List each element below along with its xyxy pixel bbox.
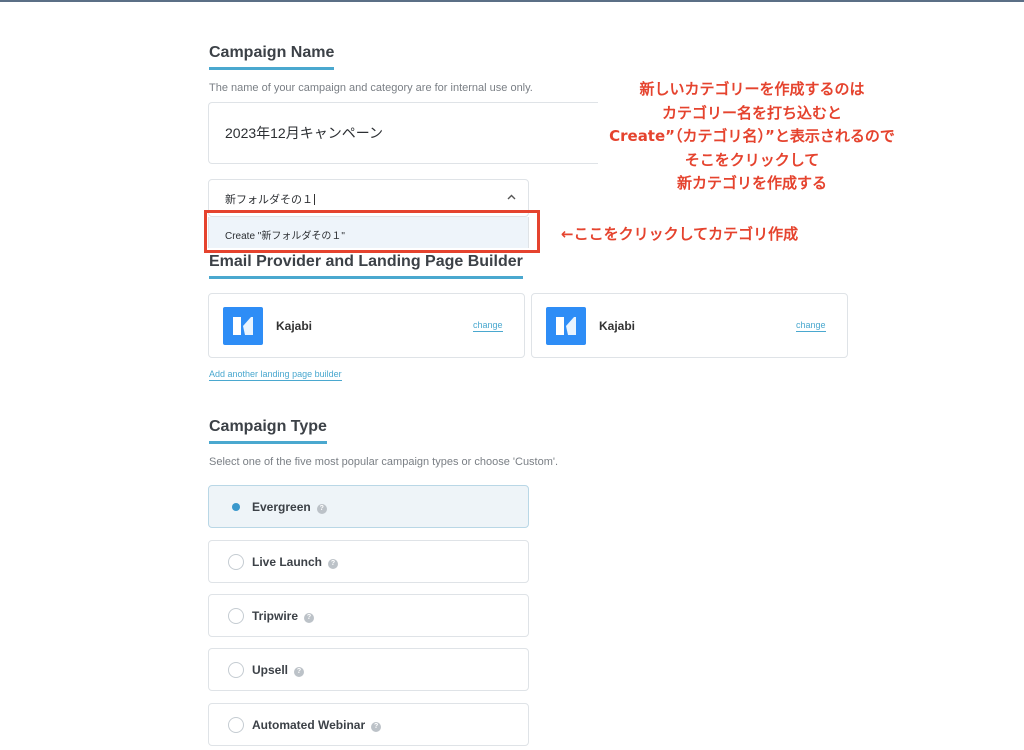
provider-title: Email Provider and Landing Page Builder <box>209 253 523 270</box>
help-icon[interactable]: ? <box>371 722 382 732</box>
annotation-line: Create”（カテゴリ名）”と表示されるので <box>609 127 895 145</box>
category-select-value: 新フォルダその１ <box>225 194 313 206</box>
annotation-arrow-note: ←ここをクリックしてカテゴリ作成 <box>561 225 799 243</box>
provider-card-email: Kajabi change <box>208 293 525 358</box>
campaign-type-label: Upsell <box>252 663 289 677</box>
campaign-type-label: Tripwire <box>252 609 299 623</box>
campaign-type-tripwire[interactable]: Tripwire? <box>208 594 529 637</box>
radio-icon[interactable] <box>228 717 244 733</box>
highlight-box <box>204 210 540 253</box>
campaign-type-live-launch[interactable]: Live Launch? <box>208 540 529 583</box>
radio-icon[interactable] <box>228 608 244 624</box>
annotation-line: そこをクリックして <box>684 150 820 169</box>
change-link[interactable]: change <box>473 320 503 332</box>
add-landing-page-builder-link[interactable]: Add another landing page builder <box>209 369 342 381</box>
annotation-line: 新しいカテゴリーを作成するのは <box>639 80 865 98</box>
chevron-up-icon[interactable] <box>507 189 516 203</box>
provider-heading: Email Provider and Landing Page Builder <box>209 253 523 279</box>
radio-icon[interactable] <box>228 554 244 570</box>
provider-card-landing: Kajabi change <box>531 293 848 358</box>
campaign-type-label: Automated Webinar <box>252 718 366 732</box>
campaign-type-upsell[interactable]: Upsell? <box>208 648 529 691</box>
help-icon[interactable]: ? <box>294 667 305 677</box>
heading-underline <box>209 67 335 70</box>
kajabi-logo-icon <box>546 307 586 345</box>
annotation-line: カテゴリー名を打ち込むと <box>661 103 842 122</box>
help-icon[interactable]: ? <box>328 559 339 569</box>
help-icon[interactable]: ? <box>304 613 315 623</box>
annotation-instructions: 新しいカテゴリーを作成するのは カテゴリー名を打ち込むと Create”（カテゴ… <box>552 78 952 196</box>
provider-name: Kajabi <box>599 319 636 333</box>
radio-icon[interactable] <box>228 662 244 678</box>
campaign-name-helper: The name of your campaign and category a… <box>209 82 533 94</box>
campaign-name-heading: Campaign Name <box>209 44 335 70</box>
text-cursor <box>314 194 315 205</box>
help-icon[interactable]: ? <box>316 504 327 514</box>
radio-selected-icon[interactable] <box>228 499 244 515</box>
campaign-type-automated-webinar[interactable]: Automated Webinar? <box>208 703 529 746</box>
campaign-name-input[interactable]: 2023年12月キャンペーン <box>208 102 598 164</box>
change-link[interactable]: change <box>796 320 826 332</box>
campaign-type-label: Evergreen <box>252 500 311 514</box>
kajabi-logo-icon <box>223 307 263 345</box>
campaign-type-title: Campaign Type <box>209 418 327 435</box>
top-border <box>0 0 1024 2</box>
annotation-line: 新カテゴリを作成する <box>676 174 827 192</box>
campaign-type-helper: Select one of the five most popular camp… <box>209 456 559 468</box>
heading-underline <box>209 276 523 279</box>
campaign-type-evergreen[interactable]: Evergreen? <box>208 485 529 528</box>
provider-name: Kajabi <box>276 319 313 333</box>
campaign-type-heading: Campaign Type <box>209 418 327 444</box>
campaign-type-label: Live Launch <box>252 555 323 569</box>
campaign-name-title: Campaign Name <box>209 44 335 61</box>
heading-underline <box>209 441 327 444</box>
campaign-name-value: 2023年12月キャンペーン <box>225 125 384 141</box>
